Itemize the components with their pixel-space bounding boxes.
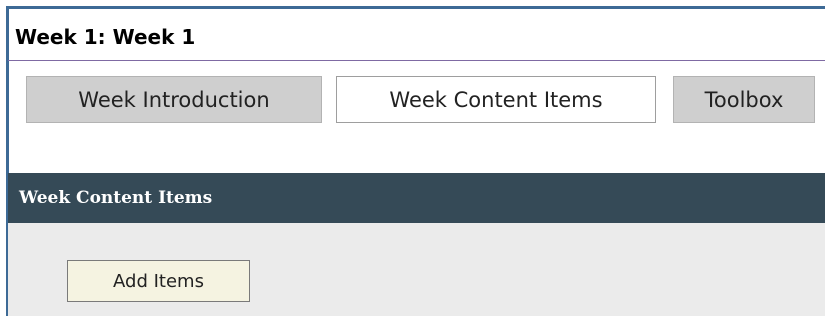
tab-week-introduction[interactable]: Week Introduction xyxy=(26,76,322,123)
section-header-label: Week Content Items xyxy=(19,188,213,208)
page-title: Week 1: Week 1 xyxy=(15,25,196,49)
add-items-button[interactable]: Add Items xyxy=(67,260,250,302)
title-divider xyxy=(8,60,825,61)
section-header: Week Content Items xyxy=(8,173,825,223)
tab-toolbox[interactable]: Toolbox xyxy=(673,76,815,123)
tab-week-content-items[interactable]: Week Content Items xyxy=(336,76,656,123)
